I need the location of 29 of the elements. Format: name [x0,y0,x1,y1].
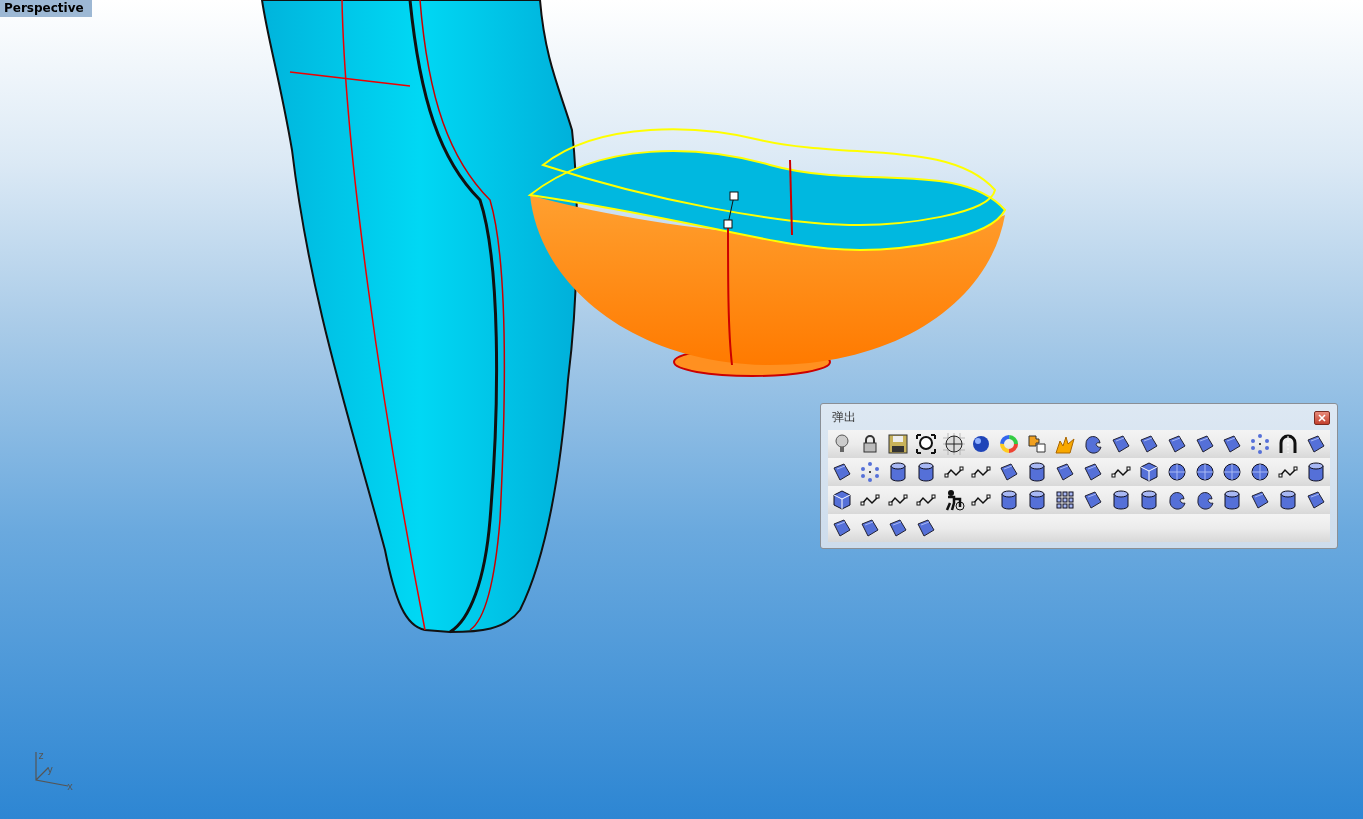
toolbar-title: 弹出 [831,409,856,426]
cube-icon [1137,461,1160,483]
grid-icon [1054,489,1077,511]
ball-icon [1221,461,1244,483]
ball-icon [1193,461,1216,483]
grid-sphere-icon [942,433,965,455]
viewport-title: Perspective [0,0,92,17]
surface-icon [830,517,853,539]
points-icon [858,461,881,483]
arch-icon [1277,433,1300,455]
save-icon [886,433,909,455]
close-icon [1318,413,1326,422]
points-icon [1249,433,1272,455]
surface-icon [858,517,881,539]
zoom-icon [914,433,937,455]
surface-icon [1081,461,1104,483]
close-button[interactable] [1314,410,1330,425]
surface-icon [1137,433,1160,455]
color-wheel-icon [998,433,1021,455]
surface-icon [830,461,853,483]
cube-icon [830,489,853,511]
ball-icon [1249,461,1272,483]
surface-icon [1081,489,1104,511]
surface-icon [886,517,909,539]
surface-icon [1109,433,1132,455]
surface-icon [914,517,937,539]
surface-icon [1193,433,1216,455]
ball-icon [1165,461,1188,483]
surface-icon [1165,433,1188,455]
